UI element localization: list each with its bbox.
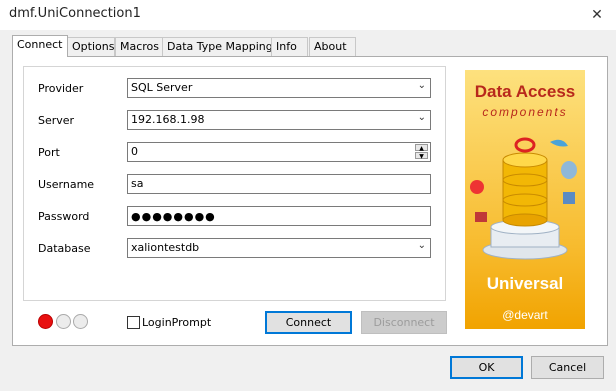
logo-subtitle: components [482, 105, 568, 119]
login-prompt-checkbox[interactable] [127, 316, 140, 329]
username-input[interactable]: sa [127, 174, 431, 194]
password-value: ●●●●●●●● [131, 210, 216, 223]
ok-button[interactable]: OK [450, 356, 523, 379]
database-value: xaliontestdb [131, 241, 200, 254]
tab-connect[interactable]: Connect [12, 35, 68, 57]
logo-title: Data Access [474, 82, 576, 101]
spin-down-icon[interactable]: ▼ [415, 152, 428, 160]
tab-options[interactable]: Options [67, 37, 115, 56]
password-label: Password [38, 210, 90, 223]
port-spinner[interactable]: 0 ▲ ▼ [127, 142, 431, 162]
username-label: Username [38, 178, 95, 191]
username-value: sa [131, 177, 144, 190]
chevron-down-icon[interactable]: ⌄ [418, 80, 426, 91]
database-combobox[interactable]: xaliontestdb ⌄ [127, 238, 431, 258]
server-value: 192.168.1.98 [131, 113, 205, 126]
server-label: Server [38, 114, 75, 127]
chevron-down-icon[interactable]: ⌄ [418, 112, 426, 123]
database-cylinder-icon [470, 137, 577, 260]
status-led-gray [56, 314, 71, 329]
port-label: Port [38, 146, 60, 159]
spin-up-icon[interactable]: ▲ [415, 144, 428, 152]
login-prompt-label[interactable]: LoginPrompt [142, 316, 211, 329]
provider-value: SQL Server [131, 81, 193, 94]
logo-edition: Universal [486, 274, 564, 293]
password-input[interactable]: ●●●●●●●● [127, 206, 431, 226]
title-bar: dmf.UniConnection1 ✕ [0, 0, 616, 30]
spin-buttons[interactable]: ▲ ▼ [415, 144, 428, 160]
close-icon[interactable]: ✕ [586, 4, 608, 26]
window-title: dmf.UniConnection1 [9, 6, 141, 21]
port-value: 0 [131, 145, 138, 158]
logo-brand: @devart [502, 308, 548, 322]
chevron-down-icon[interactable]: ⌄ [418, 240, 426, 251]
provider-select[interactable]: SQL Server ⌄ [127, 78, 431, 98]
tab-data-type-mapping[interactable]: Data Type Mapping [162, 37, 273, 56]
disconnect-button[interactable]: Disconnect [361, 311, 447, 334]
devart-logo: Data Access components Universal @devart [465, 70, 585, 329]
server-combobox[interactable]: 192.168.1.98 ⌄ [127, 110, 431, 130]
provider-label: Provider [38, 82, 84, 95]
tab-about[interactable]: About [309, 37, 356, 56]
tab-macros[interactable]: Macros [115, 37, 163, 56]
status-led-red [38, 314, 53, 329]
connect-button[interactable]: Connect [265, 311, 352, 334]
tab-info[interactable]: Info [271, 37, 308, 56]
cancel-button[interactable]: Cancel [531, 356, 604, 379]
database-label: Database [38, 242, 91, 255]
status-led-gray [73, 314, 88, 329]
